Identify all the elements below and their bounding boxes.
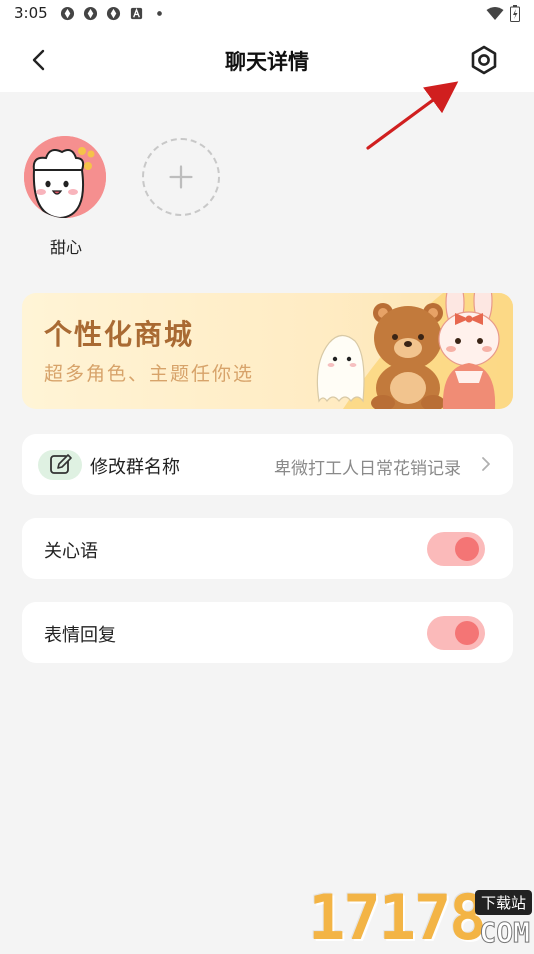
chef-character-avatar-icon bbox=[24, 136, 106, 218]
a-notification-icon bbox=[130, 7, 143, 20]
nav-bar: 聊天详情 bbox=[0, 28, 534, 92]
chevron-right-icon bbox=[482, 457, 490, 471]
rename-group-label: 修改群名称 bbox=[90, 457, 180, 478]
wifi-icon bbox=[486, 7, 504, 20]
page-title: 聊天详情 bbox=[225, 50, 309, 74]
watermark-domain: COM bbox=[479, 916, 531, 950]
status-bar: 3:05 bbox=[0, 0, 534, 28]
rename-group-row[interactable]: 修改群名称 卑微打工人日常花销记录 bbox=[22, 434, 513, 495]
app-notification-icon bbox=[60, 6, 75, 21]
battery-icon bbox=[510, 5, 520, 22]
edit-icon-badge bbox=[38, 450, 82, 480]
notification-icons bbox=[60, 6, 167, 21]
care-words-toggle[interactable] bbox=[427, 532, 485, 566]
add-member-button[interactable] bbox=[142, 138, 220, 216]
member-item[interactable]: 甜心 bbox=[24, 136, 108, 258]
care-words-label: 关心语 bbox=[44, 541, 98, 562]
site-watermark: 17178 下载站 COM bbox=[308, 886, 534, 950]
group-name-value: 卑微打工人日常花销记录 bbox=[274, 459, 461, 479]
toggle-knob bbox=[455, 621, 479, 645]
plus-icon bbox=[169, 165, 193, 189]
personalized-shop-banner[interactable]: 个性化商城 超多角色、主题任你选 bbox=[22, 293, 513, 409]
bear-character-icon bbox=[371, 303, 445, 409]
care-words-row: 关心语 bbox=[22, 518, 513, 579]
ghost-character-icon bbox=[316, 334, 365, 403]
watermark-tag: 下载站 bbox=[474, 890, 532, 915]
banner-title: 个性化商城 bbox=[44, 318, 195, 351]
system-icons bbox=[486, 5, 520, 22]
watermark-digits: 17178 bbox=[308, 881, 487, 954]
banner-subtitle: 超多角色、主题任你选 bbox=[44, 363, 255, 385]
avatar[interactable] bbox=[24, 136, 106, 218]
app-notification-icon bbox=[83, 6, 98, 21]
status-time: 3:05 bbox=[14, 4, 48, 22]
toggle-knob bbox=[455, 537, 479, 561]
banner-characters-illustration bbox=[316, 293, 513, 409]
app-notification-icon bbox=[106, 6, 121, 21]
emoji-reply-row: 表情回复 bbox=[22, 602, 513, 663]
emoji-reply-toggle[interactable] bbox=[427, 616, 485, 650]
more-notifications-dot-icon bbox=[157, 11, 162, 16]
edit-icon bbox=[50, 454, 72, 474]
member-name: 甜心 bbox=[49, 238, 82, 257]
settings-hexagon-icon[interactable] bbox=[468, 44, 500, 76]
emoji-reply-label: 表情回复 bbox=[44, 625, 116, 646]
